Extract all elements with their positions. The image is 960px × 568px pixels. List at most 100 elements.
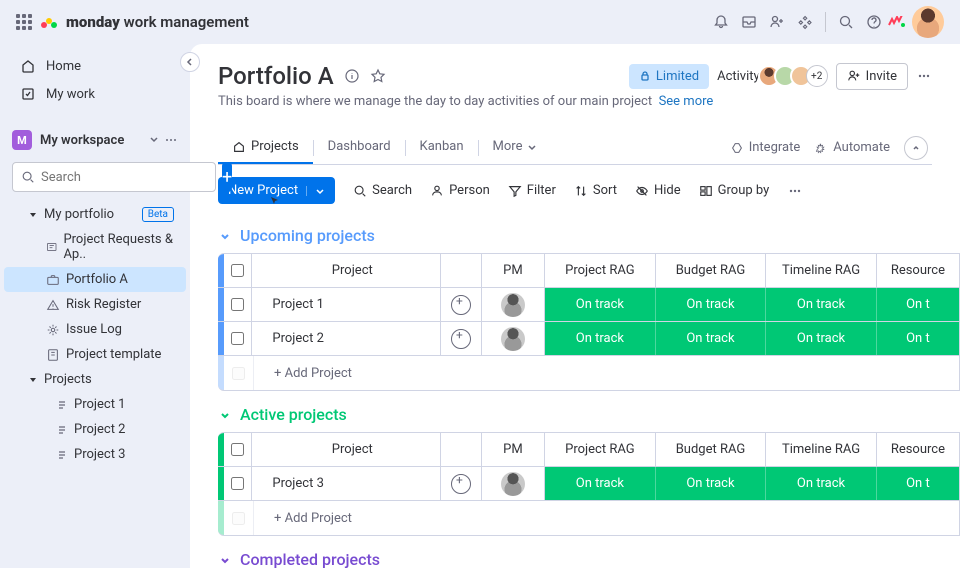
col-header[interactable]: Project bbox=[252, 254, 441, 287]
col-header[interactable] bbox=[441, 254, 482, 287]
col-header[interactable]: Project RAG bbox=[545, 254, 656, 287]
sidebar-search[interactable] bbox=[12, 162, 216, 192]
see-more-link[interactable]: See more bbox=[659, 94, 714, 109]
cell-name[interactable]: Project 3 bbox=[252, 467, 441, 500]
cell-status[interactable]: On track bbox=[656, 322, 767, 355]
tab-more[interactable]: More bbox=[479, 131, 552, 164]
apps-icon[interactable] bbox=[791, 8, 819, 36]
integrate-button[interactable]: Integrate bbox=[730, 140, 801, 155]
tree-project[interactable]: Project 2 bbox=[4, 417, 186, 442]
cell-name[interactable]: Project 2 bbox=[252, 322, 441, 355]
col-header[interactable]: Timeline RAG bbox=[766, 433, 877, 466]
notifications-icon[interactable] bbox=[707, 8, 735, 36]
more-icon[interactable] bbox=[787, 183, 803, 199]
automate-button[interactable]: Automate bbox=[814, 140, 890, 155]
row-checkbox[interactable] bbox=[224, 322, 252, 355]
tab-kanban[interactable]: Kanban bbox=[406, 131, 478, 164]
tab-projects[interactable]: Projects bbox=[218, 131, 313, 164]
col-header[interactable] bbox=[441, 433, 482, 466]
col-header[interactable]: Resource bbox=[877, 254, 959, 287]
inbox-icon[interactable] bbox=[735, 8, 763, 36]
cell-status[interactable]: On track bbox=[766, 288, 877, 321]
add-row[interactable]: + Add Project bbox=[218, 501, 959, 535]
add-button[interactable]: + bbox=[222, 162, 232, 192]
sidebar-mywork[interactable]: My work bbox=[4, 80, 186, 108]
chevron-down-icon[interactable] bbox=[148, 133, 160, 145]
more-icon[interactable] bbox=[164, 133, 178, 147]
app-menu-icon[interactable] bbox=[16, 14, 32, 30]
col-header[interactable]: Budget RAG bbox=[656, 254, 767, 287]
toolbar-filter[interactable]: Filter bbox=[508, 183, 556, 198]
col-header[interactable]: Project bbox=[252, 433, 441, 466]
workspace-header[interactable]: M My workspace bbox=[0, 124, 190, 156]
cell-conversation[interactable] bbox=[441, 288, 482, 321]
more-icon[interactable] bbox=[916, 68, 932, 84]
toolbar-person[interactable]: Person bbox=[430, 183, 490, 198]
table-row[interactable]: Project 1On trackOn trackOn trackOn t bbox=[218, 288, 959, 322]
select-all-checkbox[interactable] bbox=[224, 254, 252, 287]
collapse-sidebar-button[interactable] bbox=[180, 52, 200, 72]
group-title[interactable]: Active projects bbox=[218, 405, 960, 424]
home-icon bbox=[20, 58, 36, 74]
select-all-checkbox[interactable] bbox=[224, 433, 252, 466]
tree-item[interactable]: Risk Register bbox=[4, 292, 186, 317]
toolbar-groupby[interactable]: Group by bbox=[699, 183, 770, 198]
tree-item[interactable]: Project template bbox=[4, 342, 186, 367]
group-title[interactable]: Upcoming projects bbox=[218, 226, 960, 245]
invite-button[interactable]: Invite bbox=[836, 63, 908, 90]
invite-members-icon[interactable] bbox=[763, 8, 791, 36]
search-input[interactable] bbox=[41, 170, 207, 185]
row-checkbox[interactable] bbox=[224, 467, 252, 500]
cell-status[interactable]: On t bbox=[877, 467, 959, 500]
star-icon[interactable] bbox=[370, 68, 386, 84]
cell-status[interactable]: On t bbox=[877, 322, 959, 355]
cell-status[interactable]: On track bbox=[656, 288, 767, 321]
info-icon[interactable] bbox=[344, 68, 360, 84]
toolbar-sort[interactable]: Sort bbox=[574, 183, 617, 198]
cell-status[interactable]: On track bbox=[766, 467, 877, 500]
search-icon[interactable] bbox=[832, 8, 860, 36]
app-logo[interactable]: monday work management bbox=[16, 13, 249, 31]
col-header[interactable]: Resource bbox=[877, 433, 959, 466]
cell-pm[interactable] bbox=[482, 288, 545, 321]
cell-status[interactable]: On t bbox=[877, 288, 959, 321]
activity-button[interactable]: Activity +2 bbox=[717, 65, 828, 87]
table-row[interactable]: Project 2On trackOn trackOn trackOn t bbox=[218, 322, 959, 356]
tree-project[interactable]: Project 3 bbox=[4, 442, 186, 467]
col-header[interactable]: Budget RAG bbox=[656, 433, 767, 466]
add-project-label[interactable]: + Add Project bbox=[254, 501, 959, 535]
col-header[interactable]: Timeline RAG bbox=[766, 254, 877, 287]
tree-project[interactable]: Project 1 bbox=[4, 392, 186, 417]
toolbar-hide[interactable]: Hide bbox=[635, 183, 681, 198]
cell-status[interactable]: On track bbox=[545, 467, 656, 500]
sidebar-home[interactable]: Home bbox=[4, 52, 186, 80]
cell-status[interactable]: On track bbox=[545, 288, 656, 321]
col-header[interactable]: PM bbox=[482, 433, 545, 466]
tree-item[interactable]: Project Requests & Ap.. bbox=[4, 227, 186, 267]
cell-conversation[interactable] bbox=[441, 322, 482, 355]
cell-status[interactable]: On track bbox=[766, 322, 877, 355]
col-header[interactable]: Project RAG bbox=[545, 433, 656, 466]
tree-item-active[interactable]: Portfolio A bbox=[4, 267, 186, 292]
collapse-header-button[interactable] bbox=[904, 136, 928, 160]
cell-conversation[interactable] bbox=[441, 467, 482, 500]
user-avatar[interactable] bbox=[912, 6, 944, 38]
tab-dashboard[interactable]: Dashboard bbox=[314, 131, 405, 164]
cell-status[interactable]: On track bbox=[656, 467, 767, 500]
col-header[interactable]: PM bbox=[482, 254, 545, 287]
cell-pm[interactable] bbox=[482, 467, 545, 500]
cell-pm[interactable] bbox=[482, 322, 545, 355]
cell-status[interactable]: On track bbox=[545, 322, 656, 355]
add-row[interactable]: + Add Project bbox=[218, 356, 959, 390]
help-icon[interactable] bbox=[860, 8, 888, 36]
tree-item[interactable]: Issue Log bbox=[4, 317, 186, 342]
toolbar-search[interactable]: Search bbox=[353, 183, 412, 198]
group-title[interactable]: Completed projects bbox=[218, 550, 960, 568]
table-row[interactable]: Project 3On trackOn trackOn trackOn t bbox=[218, 467, 959, 501]
tree-portfolio[interactable]: My portfolio Beta bbox=[4, 202, 186, 227]
permissions-chip[interactable]: Limited bbox=[629, 64, 709, 89]
tree-projects[interactable]: Projects bbox=[4, 367, 186, 392]
add-project-label[interactable]: + Add Project bbox=[254, 356, 959, 390]
row-checkbox[interactable] bbox=[224, 288, 252, 321]
cell-name[interactable]: Project 1 bbox=[252, 288, 441, 321]
